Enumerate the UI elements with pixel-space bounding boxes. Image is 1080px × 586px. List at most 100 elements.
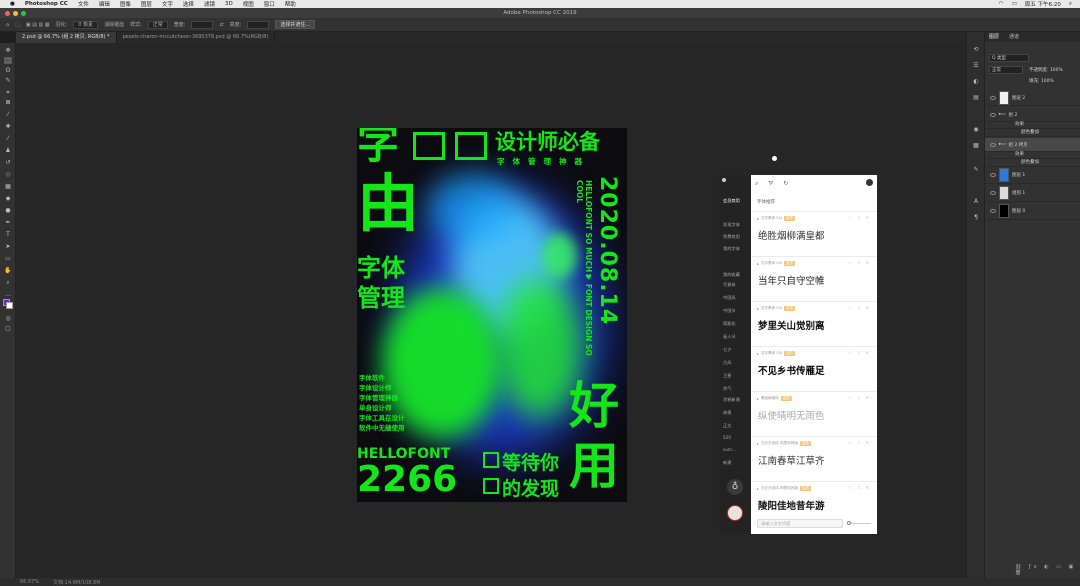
tab-channels[interactable]: 通道 xyxy=(1005,32,1023,42)
sidebar-item-tag[interactable]: 画人节 xyxy=(723,334,736,340)
font-card[interactable]: ▸ 汉字黑体 55J 会员 ☆ ⇩ ✕ 不见乡书传雁足 xyxy=(751,347,877,392)
battery-icon[interactable]: ▭ xyxy=(1012,1,1017,7)
font-card[interactable]: ▸ 汉仪天真体-阿里妈妈版 会员 ☆ ⇩ ✕ 江南春草江草齐 xyxy=(751,437,877,482)
play-icon[interactable]: ▸ xyxy=(757,442,759,446)
sidebar-item-tag[interactable]: 涂鸦新潮 xyxy=(723,397,740,403)
width-input[interactable] xyxy=(191,20,214,29)
visibility-eye-icon[interactable] xyxy=(990,172,996,177)
fm-close-button[interactable] xyxy=(722,178,726,182)
sidebar-item-new[interactable]: 新建 xyxy=(723,460,731,466)
layer-row[interactable]: 图层 1 xyxy=(985,166,1080,184)
marquee-tool-icon[interactable]: ⬚ xyxy=(4,57,12,64)
zoom-level[interactable]: 66.67% xyxy=(20,579,39,585)
tab-document-2[interactable]: pexels-charon-mccutcheon-3695378.psd @ 6… xyxy=(117,32,276,43)
sidebar-item-tag[interactable]: 中国风 xyxy=(723,295,736,301)
sidebar-item-tag[interactable]: 卫星 xyxy=(723,373,731,379)
style-select[interactable]: 正常 xyxy=(147,20,168,29)
font-card-actions[interactable]: ☆ ⇩ ✕ xyxy=(848,215,871,220)
frame-tool-icon[interactable]: ⊠ xyxy=(4,99,12,106)
font-card-actions[interactable]: ☆ ⇩ ✕ xyxy=(848,260,871,265)
swatches-panel-icon[interactable]: ▦ xyxy=(972,142,980,149)
visibility-eye-icon[interactable] xyxy=(990,190,996,195)
paragraph-panel-icon[interactable]: ¶ xyxy=(972,214,980,221)
menu-item-window[interactable]: 窗口 xyxy=(264,0,275,8)
play-icon[interactable]: ▸ xyxy=(757,307,759,311)
font-card[interactable]: ▸ 素画格格体 会员 ☆ ⇩ ✕ 纵使晴明无雨色 xyxy=(751,392,877,437)
play-icon[interactable]: ▸ xyxy=(757,217,759,221)
sidebar-item-tag[interactable]: 正文 xyxy=(723,423,731,429)
sidebar-item-tag[interactable]: 海报 xyxy=(723,410,731,416)
visibility-eye-icon[interactable] xyxy=(990,112,996,117)
poster-artwork[interactable]: 字 设计师必备 字体管理神器 由 字体 管理 字体软件 字体设计师 字体管理神器… xyxy=(357,128,627,502)
menubar-clock[interactable]: 周五 下午6:20 xyxy=(1025,0,1061,8)
play-icon[interactable]: ▸ xyxy=(757,487,759,491)
layer-panel-footer-icons[interactable]: ⛓ ƒx ◐ ▭ ▣ 🗑 xyxy=(1015,564,1080,576)
zoom-window-button[interactable] xyxy=(21,11,26,16)
marquee-tool-icon[interactable]: ⬚ xyxy=(15,22,20,28)
healing-brush-icon[interactable]: ✚ xyxy=(4,123,12,130)
tab-layers[interactable]: 图层 xyxy=(985,32,1003,42)
menu-item-type[interactable]: 文字 xyxy=(162,0,173,8)
history-panel-icon[interactable]: ⟲ xyxy=(972,46,980,53)
sidebar-item-favorites[interactable]: 我的收藏 xyxy=(723,272,740,278)
crop-tool-icon[interactable]: ⌗ xyxy=(4,89,12,96)
sidebar-item-tag[interactable]: 古风 xyxy=(723,360,731,366)
lasso-tool-icon[interactable]: ʘ xyxy=(4,67,12,74)
menu-item-layer[interactable]: 图层 xyxy=(141,0,152,8)
quick-select-icon[interactable]: ✎ xyxy=(4,77,12,84)
menu-item-filter[interactable]: 滤镜 xyxy=(204,0,215,8)
sidebar-item-tag[interactable]: 写意体 xyxy=(723,282,736,288)
close-window-button[interactable] xyxy=(5,11,10,16)
eyedropper-icon[interactable]: ⁄ xyxy=(4,111,12,118)
brush-tool-icon[interactable]: ⁄ xyxy=(4,135,12,142)
play-icon[interactable]: ▸ xyxy=(757,352,759,356)
menu-item-file[interactable]: 文件 xyxy=(78,0,89,8)
selection-mode-icons[interactable]: ▣ ▤ ▥ ▦ xyxy=(26,22,50,28)
planet-icon[interactable]: ♁ xyxy=(727,479,743,495)
sidebar-item-tag[interactable]: 秀气 xyxy=(723,386,731,392)
font-card-actions[interactable]: ☆ ⇩ ✕ xyxy=(848,395,871,400)
avatar[interactable] xyxy=(727,505,743,521)
sidebar-item-tag[interactable]: 七夕 xyxy=(723,347,731,353)
character-panel-icon[interactable]: A xyxy=(972,198,980,205)
sidebar-item-member[interactable]: 会员商用 xyxy=(723,198,740,204)
apple-icon[interactable]: ● xyxy=(10,1,15,7)
menu-item-3d[interactable]: 3D xyxy=(225,1,233,7)
menu-item-edit[interactable]: 编辑 xyxy=(99,0,110,8)
visibility-eye-icon[interactable] xyxy=(990,142,996,147)
font-card-actions[interactable]: ☆ ⇩ ✕ xyxy=(848,350,871,355)
zoom-tool-icon[interactable]: ⌕ xyxy=(4,279,12,286)
home-icon[interactable]: ⌂ xyxy=(6,22,9,28)
adjustments-panel-icon[interactable]: ◐ xyxy=(972,78,980,85)
minimize-window-button[interactable] xyxy=(13,11,18,16)
font-card-actions[interactable]: ☆ ⇩ ✕ xyxy=(848,305,871,310)
hand-tool-icon[interactable]: ✋ xyxy=(4,267,12,274)
tab-document-1[interactable]: 2.psd @ 66.7% (组 2 拷贝, RGB/8) * xyxy=(16,32,117,43)
menu-item-select[interactable]: 选择 xyxy=(183,0,194,8)
type-tool-icon[interactable]: T xyxy=(4,231,12,238)
brushes-panel-icon[interactable]: ✎ xyxy=(972,166,980,173)
sidebar-item-tag[interactable]: sum... xyxy=(723,447,736,452)
clone-stamp-icon[interactable]: ♟ xyxy=(4,147,12,154)
sidebar-item-free[interactable]: 免费商用 xyxy=(723,234,740,240)
layer-row[interactable]: 图层 2 xyxy=(985,90,1080,106)
sidebar-item-tag[interactable]: 520 xyxy=(723,435,731,440)
layer-row[interactable]: 组别 1 xyxy=(985,184,1080,202)
height-input[interactable] xyxy=(247,20,270,29)
font-card[interactable]: ▸ 汉字黑体 55J 会员 ☆ ⇩ ✕ 绝胜烟柳满皇都 xyxy=(751,212,877,257)
menu-item-image[interactable]: 图像 xyxy=(120,0,131,8)
effect-color-overlay[interactable]: 颜色叠加 xyxy=(985,128,1080,137)
libraries-panel-icon[interactable]: ▤ xyxy=(972,94,980,101)
sidebar-item-my-fonts[interactable]: 我的字体 xyxy=(723,246,740,252)
blend-mode-select[interactable]: 正常 xyxy=(989,66,1023,74)
select-and-mask-button[interactable]: 选择并遮住... xyxy=(275,20,316,29)
pen-tool-icon[interactable]: ✒ xyxy=(4,219,12,226)
fm-filter-select[interactable]: 字体推荐 xyxy=(757,199,775,205)
wifi-icon[interactable]: ◠ xyxy=(999,1,1004,7)
screen-mode-icon[interactable]: ▢ xyxy=(4,325,12,332)
layer-row[interactable]: 图层 0 xyxy=(985,202,1080,220)
antialias-checkbox[interactable]: 消除锯齿 xyxy=(104,21,124,28)
menu-item-help[interactable]: 帮助 xyxy=(285,0,296,8)
font-card[interactable]: ▸ 汉字黑体 55J 会员 ☆ ⇩ ✕ 梦里关山觉别离 xyxy=(751,302,877,347)
visibility-eye-icon[interactable] xyxy=(990,95,996,100)
